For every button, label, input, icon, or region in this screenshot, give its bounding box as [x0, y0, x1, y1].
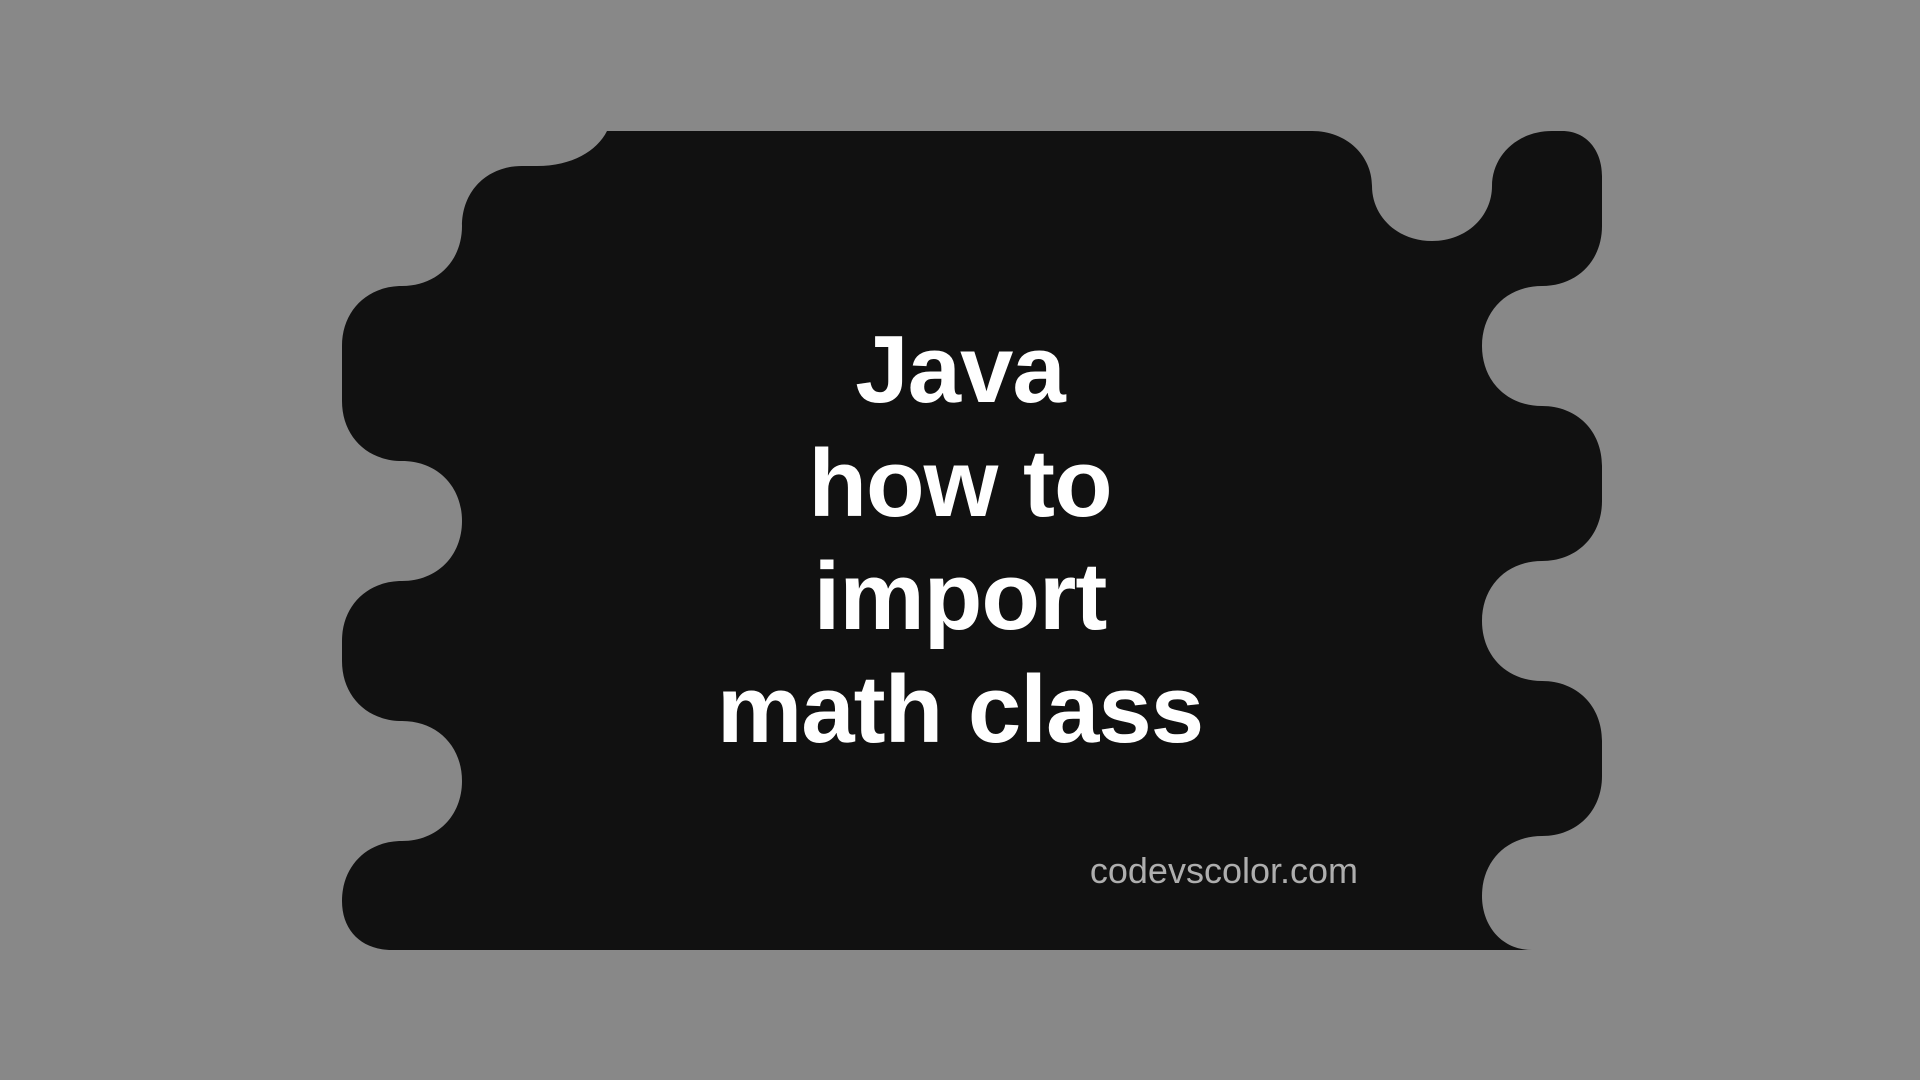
title-line-3: import: [232, 540, 1688, 653]
title-line-4: math class: [232, 653, 1688, 766]
watermark-text: codevscolor.com: [1090, 850, 1358, 892]
title-block: Java how to import math class: [232, 313, 1688, 766]
graphic-card: Java how to import math class codevscolo…: [232, 131, 1688, 950]
title-line-1: Java: [232, 313, 1688, 426]
title-line-2: how to: [232, 427, 1688, 540]
